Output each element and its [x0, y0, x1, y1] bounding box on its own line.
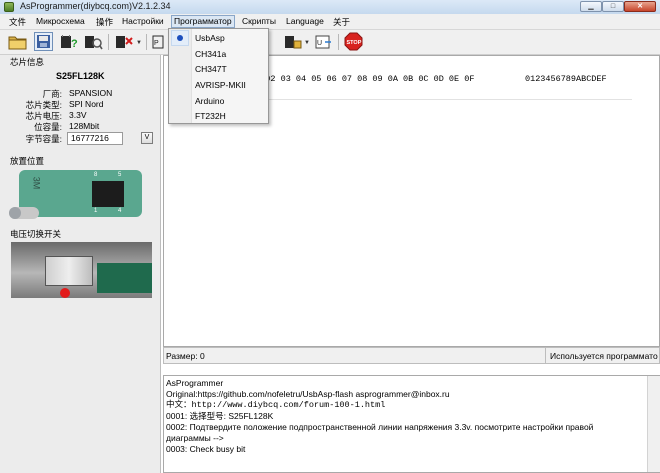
open-folder-icon[interactable] [8, 32, 27, 51]
chip-info-title: 芯片信息 [10, 57, 45, 67]
switch-pcb [97, 263, 152, 293]
save-icon[interactable] [34, 32, 53, 51]
bit-capacity-value: 128Mbit [69, 121, 100, 131]
menu-about[interactable]: 关于 [333, 16, 350, 28]
manufacturer-value: SPANSION [69, 88, 113, 98]
stop-icon[interactable]: STOP [344, 32, 363, 51]
pin-label-5: 5 [118, 172, 122, 178]
svg-text:?: ? [71, 38, 78, 50]
window-title: AsProgrammer(diybcq.com)V2.1.2.34 [20, 1, 171, 11]
log-line: Original:https://github.com/nofeletru/Us… [166, 389, 450, 399]
chevron-down-icon[interactable]: ▼ [136, 40, 142, 46]
radio-bullet-icon [177, 35, 183, 41]
chip-in-socket [92, 181, 124, 207]
chip-name: S25FL128K [56, 71, 105, 81]
menu-file[interactable]: 文件 [9, 16, 26, 28]
switch-metal [45, 256, 93, 286]
toolbar-separator [108, 34, 109, 50]
toolbar-separator [146, 34, 147, 50]
programmer-option-ch347t[interactable]: CH347T [195, 64, 227, 74]
programmer-option-avrisp[interactable]: AVRISP-MKII [195, 80, 246, 90]
pin-label-1: 1 [94, 208, 98, 214]
read-chip-icon[interactable] [84, 32, 103, 51]
byte-capacity-label: 字节容量: [25, 134, 62, 144]
hex-header-ascii: 0123456789ABCDEF [525, 74, 607, 84]
log-line: 0001: 选择型号: S25FL128K [166, 411, 274, 421]
usb-chip-icon[interactable]: U [314, 32, 333, 51]
close-button[interactable]: ✕ [624, 1, 656, 12]
menu-programmer[interactable]: Программатор [171, 15, 235, 28]
read-id-icon[interactable]: ? [60, 32, 79, 51]
lock-chip-icon[interactable] [284, 32, 303, 51]
socket-lever-knob[interactable] [9, 207, 21, 219]
programmer-option-ft232h[interactable]: FT232H [195, 111, 226, 121]
programmer-option-ch341a[interactable]: CH341a [195, 49, 226, 59]
toolbar-separator [338, 34, 339, 50]
log-line: 中文：http://www.diybcq.com/forum-100-1.htm… [166, 400, 386, 410]
maximize-button[interactable]: □ [602, 1, 624, 12]
pin-label-4: 4 [118, 208, 122, 214]
placement-title: 放置位置 [10, 156, 45, 166]
chip-type-value: SPI Nord [69, 99, 104, 109]
voltage-button[interactable]: V [141, 132, 153, 144]
hex-header-offsets: 01 02 03 04 05 06 07 08 09 0A 0B 0C 0D 0… [250, 74, 475, 84]
svg-text:STOP: STOP [347, 40, 362, 46]
menu-operations[interactable]: 操作 [96, 16, 113, 28]
chip-voltage-value: 3.3V [69, 110, 87, 120]
menu-scripts[interactable]: Скрипты [242, 16, 276, 26]
bit-capacity-label: 位容量: [34, 122, 62, 132]
svg-text:U: U [317, 40, 322, 47]
status-separator [545, 348, 546, 363]
log-line: 0002: Подтвердите положение подпространс… [166, 422, 594, 432]
pin-label-8: 8 [94, 172, 98, 178]
app-icon [4, 2, 14, 12]
log-line: диаграммы --> [166, 433, 224, 443]
log-line: 0003: Check busy bit [166, 444, 246, 454]
menu-chip[interactable]: Микросхема [36, 16, 85, 26]
programmer-option-arduino[interactable]: Arduino [195, 96, 224, 106]
voltage-switch-title: 电压切换开关 [10, 229, 62, 239]
erase-chip-icon[interactable] [115, 32, 134, 51]
log-line: AsProgrammer [166, 378, 224, 388]
programmer-option-usbasp[interactable]: UsbAsp [195, 33, 225, 43]
program-chip-icon[interactable]: P [152, 32, 164, 51]
menu-language[interactable]: Language [286, 16, 324, 26]
chevron-down-icon[interactable]: ▼ [304, 40, 310, 46]
menu-settings[interactable]: Настройки [122, 16, 164, 26]
switch-position-marker [60, 288, 70, 298]
status-size: Размер: 0 [166, 351, 205, 361]
minimize-button[interactable]: ▁ [580, 1, 602, 12]
status-programmer: Используется программатор [550, 351, 658, 361]
hex-row [241, 87, 632, 100]
byte-capacity-field[interactable]: 16777216 [67, 132, 123, 145]
socket-label: 3M [31, 176, 42, 190]
svg-text:P: P [154, 40, 159, 47]
log-scrollbar[interactable] [647, 376, 660, 472]
